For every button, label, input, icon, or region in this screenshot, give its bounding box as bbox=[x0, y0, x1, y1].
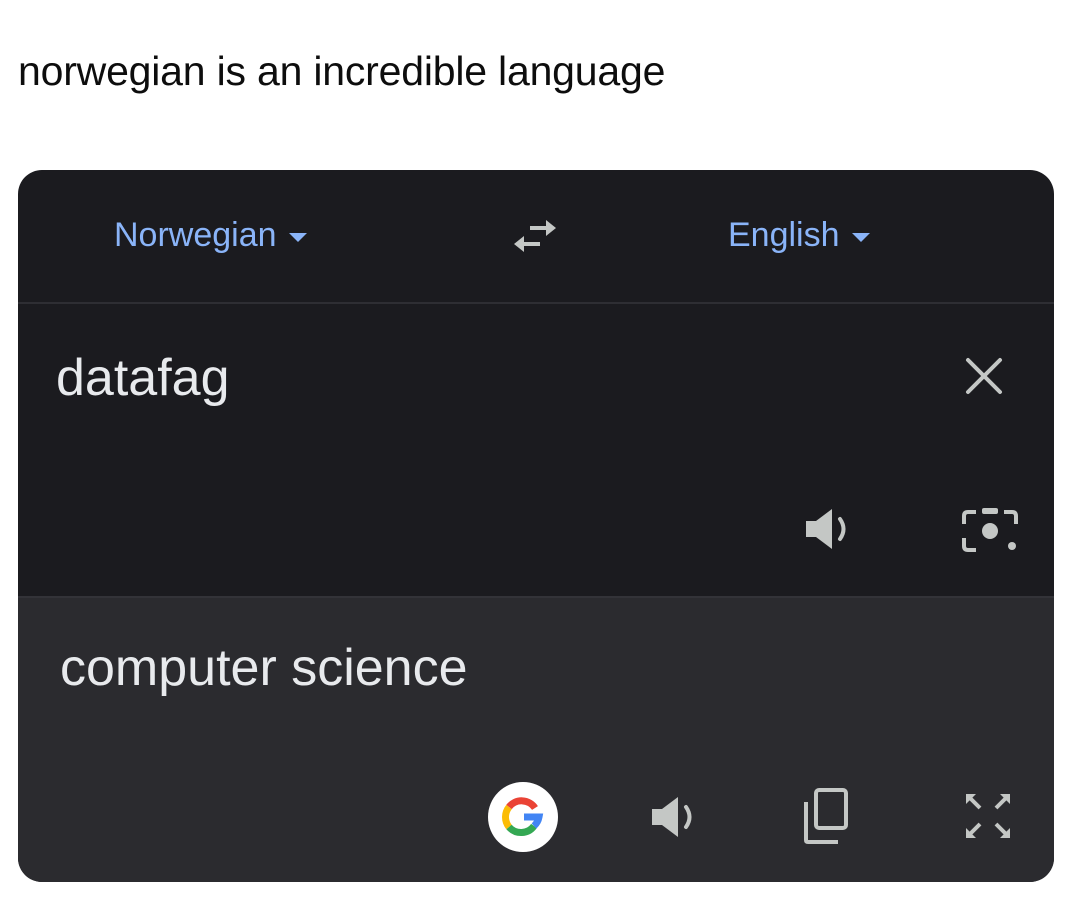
camera-translate-button[interactable] bbox=[958, 504, 1022, 558]
google-search-button[interactable] bbox=[488, 782, 558, 852]
fullscreen-button[interactable] bbox=[960, 788, 1016, 844]
copy-icon bbox=[804, 788, 848, 844]
target-language-label: English bbox=[728, 216, 840, 254]
speaker-icon bbox=[652, 797, 692, 837]
chevron-down-icon bbox=[851, 233, 870, 242]
google-g-icon bbox=[502, 797, 544, 837]
post-caption: norwegian is an incredible language bbox=[18, 48, 666, 94]
language-bar: Norwegian English bbox=[18, 170, 1054, 304]
swap-languages-button[interactable] bbox=[508, 214, 562, 258]
target-language-selector[interactable]: English bbox=[728, 216, 870, 255]
copy-translation-button[interactable] bbox=[800, 786, 852, 846]
source-language-label: Norwegian bbox=[114, 216, 277, 254]
speaker-icon bbox=[806, 509, 846, 549]
source-language-selector[interactable]: Norwegian bbox=[114, 216, 307, 255]
translate-card: Norwegian English datafag computer scien… bbox=[18, 170, 1054, 882]
fullscreen-icon bbox=[966, 794, 1010, 838]
translated-text: computer science bbox=[60, 639, 468, 697]
close-icon bbox=[966, 358, 1002, 394]
listen-translation-button[interactable] bbox=[648, 794, 708, 840]
camera-lens-icon bbox=[962, 508, 1018, 552]
chevron-down-icon bbox=[288, 233, 307, 242]
clear-text-button[interactable] bbox=[962, 354, 1006, 398]
swap-arrows-icon bbox=[514, 220, 556, 252]
source-text-input[interactable]: datafag bbox=[56, 348, 230, 408]
translation-panel: computer science bbox=[18, 596, 1054, 882]
listen-source-button[interactable] bbox=[802, 506, 862, 552]
source-panel: datafag bbox=[18, 304, 1054, 596]
